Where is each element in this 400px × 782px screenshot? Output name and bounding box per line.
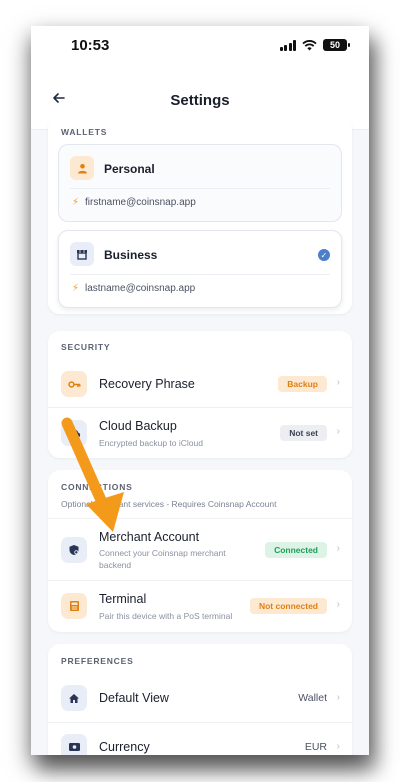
section-label-security: SECURITY	[61, 342, 111, 352]
key-icon	[67, 380, 81, 388]
chevron-right-icon: ›	[336, 692, 340, 703]
chevron-right-icon: ›	[336, 741, 340, 752]
wallet-personal[interactable]: Personal ⚡ firstname@coinsnap.app	[58, 144, 342, 222]
divider	[70, 274, 330, 275]
section-label-preferences: PREFERENCES	[61, 656, 134, 666]
wallet-name: Business	[104, 248, 158, 262]
merchant-account-row[interactable]: Merchant Account Connect your Coinsnap m…	[48, 518, 352, 580]
status-time: 10:53	[71, 37, 110, 54]
user-icon	[77, 163, 87, 173]
row-icon-bg	[61, 420, 87, 446]
status-badge: Not connected	[249, 598, 327, 614]
status-icons: 50	[279, 39, 350, 51]
row-subtitle: Pair this device with a PoS terminal	[99, 611, 233, 621]
home-icon	[69, 693, 79, 703]
terminal-icon	[69, 601, 79, 611]
wallet-business[interactable]: Business ✓ ⚡ lastname@coinsnap.app	[58, 230, 342, 308]
wallet-icon-bg	[70, 156, 94, 180]
row-icon-bg	[61, 593, 87, 619]
row-icon-bg	[61, 537, 87, 563]
row-title: Terminal	[99, 592, 147, 606]
row-subtitle: Connect your Coinsnap merchant	[99, 548, 226, 558]
row-title: Merchant Account	[99, 530, 200, 544]
store-icon	[77, 249, 87, 260]
row-subtitle: backend	[99, 560, 132, 570]
recovery-phrase-row[interactable]: Recovery Phrase Backup ›	[48, 361, 352, 407]
connections-card: CONNECTIONS Optional merchant services -…	[48, 470, 352, 632]
terminal-row[interactable]: Terminal Pair this device with a PoS ter…	[48, 580, 352, 630]
cloud-icon	[68, 429, 80, 437]
currency-row[interactable]: Currency EUR ›	[48, 722, 352, 755]
lightning-icon: ⚡	[72, 283, 80, 294]
wallet-icon-bg	[70, 242, 94, 266]
chevron-right-icon: ›	[336, 377, 340, 388]
currency-icon	[68, 743, 80, 751]
security-card: SECURITY Recovery Phrase Backup › Cloud …	[48, 331, 352, 458]
wallet-email: firstname@coinsnap.app	[85, 197, 196, 208]
chevron-right-icon: ›	[336, 426, 340, 437]
page-title: Settings	[170, 92, 230, 109]
section-subtitle: Optional merchant services - Requires Co…	[61, 499, 277, 509]
status-bar: 10:53 50	[31, 26, 369, 70]
row-icon-bg	[61, 371, 87, 397]
row-title: Cloud Backup	[99, 419, 177, 433]
chevron-right-icon: ›	[336, 543, 340, 554]
cloud-backup-row[interactable]: Cloud Backup Encrypted backup to iCloud …	[48, 407, 352, 457]
wifi-icon	[302, 39, 317, 50]
battery-icon: 50	[323, 39, 350, 51]
status-badge: Backup	[278, 376, 327, 392]
default-view-row[interactable]: Default View Wallet ›	[48, 674, 352, 722]
check-icon: ✓	[318, 249, 330, 261]
row-icon-bg	[61, 685, 87, 711]
row-icon-bg	[61, 734, 87, 755]
section-label-connections: CONNECTIONS	[61, 482, 133, 492]
row-value: EUR	[304, 741, 327, 753]
status-badge: Connected	[265, 542, 327, 558]
row-value: Wallet	[298, 692, 327, 704]
preferences-card: PREFERENCES Default View Wallet › Curren…	[48, 644, 352, 755]
section-label-wallets: WALLETS	[61, 127, 108, 137]
phone-screen: 10:53 50 Settings WALLETS Personal ⚡ fir…	[31, 26, 369, 755]
row-subtitle: Encrypted backup to iCloud	[99, 438, 203, 448]
row-title: Recovery Phrase	[99, 377, 195, 391]
row-title: Default View	[99, 691, 169, 705]
lightning-icon: ⚡	[72, 197, 80, 208]
wallet-name: Personal	[104, 162, 155, 176]
wallets-card: WALLETS Personal ⚡ firstname@coinsnap.ap…	[48, 116, 352, 314]
wallet-email: lastname@coinsnap.app	[85, 283, 196, 294]
divider	[70, 188, 330, 189]
signal-icon	[279, 39, 296, 51]
status-badge: Not set	[280, 425, 327, 441]
shield-icon	[69, 545, 79, 555]
row-title: Currency	[99, 740, 150, 754]
chevron-right-icon: ›	[336, 599, 340, 610]
